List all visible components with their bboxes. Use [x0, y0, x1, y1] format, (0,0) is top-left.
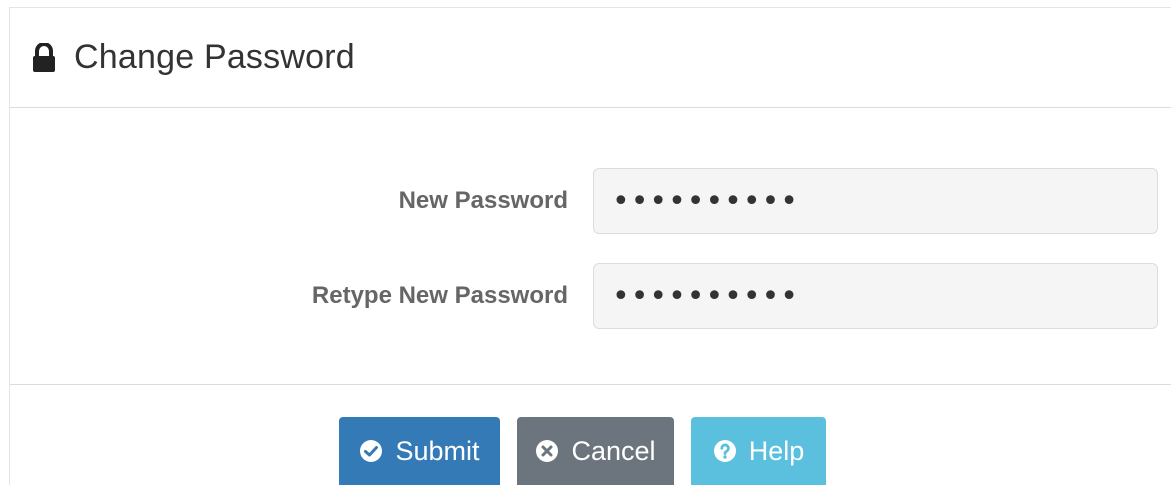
help-button[interactable]: Help — [691, 417, 826, 485]
help-label: Help — [748, 435, 805, 466]
cancel-button[interactable]: Cancel — [517, 417, 674, 485]
retype-password-input[interactable] — [593, 263, 1158, 329]
cancel-label: Cancel — [571, 435, 656, 466]
new-password-label: New Password — [398, 187, 568, 214]
panel-header: Change Password — [10, 8, 1171, 108]
question-circle-icon — [713, 439, 737, 463]
page-title: Change Password — [74, 38, 355, 76]
change-password-panel: Change Password New Password Retype New … — [9, 7, 1171, 485]
panel-body: New Password Retype New Password — [10, 108, 1171, 385]
new-password-input[interactable] — [593, 168, 1158, 234]
check-circle-icon — [359, 439, 383, 463]
submit-label: Submit — [395, 435, 480, 466]
retype-password-label: Retype New Password — [311, 282, 568, 309]
submit-button[interactable]: Submit — [339, 417, 500, 485]
retype-password-row: Retype New Password — [10, 263, 1171, 329]
panel-footer: Submit Cancel Help — [10, 385, 1171, 485]
new-password-row: New Password — [10, 168, 1171, 234]
x-circle-icon — [535, 439, 559, 463]
lock-icon — [32, 41, 56, 73]
